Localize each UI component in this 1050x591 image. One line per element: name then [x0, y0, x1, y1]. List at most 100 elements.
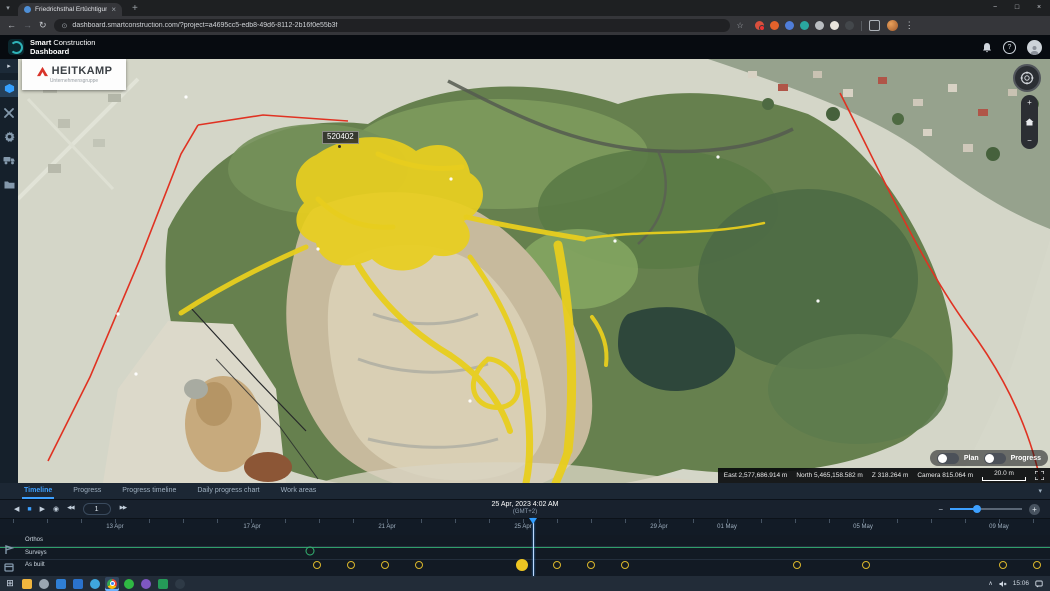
extension-icon-blue[interactable] — [785, 21, 794, 30]
asbuilt-marker[interactable] — [553, 561, 561, 569]
help-icon[interactable]: ? — [1003, 41, 1016, 54]
edge-icon[interactable] — [88, 577, 102, 591]
row-asbuilt[interactable]: As built — [0, 560, 1050, 576]
extension-icon-red[interactable] — [755, 21, 764, 30]
play-button[interactable]: ▶ — [40, 506, 45, 513]
asbuilt-marker[interactable] — [381, 561, 389, 569]
stop-button[interactable]: ■ — [27, 506, 31, 513]
outlook-icon[interactable] — [71, 577, 85, 591]
rewind-button[interactable]: ◀◀ — [67, 506, 73, 512]
map-zoom-out-button[interactable]: − — [1027, 137, 1032, 145]
timeline-axis[interactable]: 13 Apr17 Apr21 Apr25 Apr29 Apr01 May05 M… — [0, 518, 1050, 535]
compass-control[interactable] — [1013, 64, 1041, 92]
minimize-button[interactable]: − — [984, 0, 1006, 14]
asbuilt-marker[interactable] — [516, 559, 528, 571]
timeline-tab[interactable]: Work areas — [279, 487, 319, 499]
timeline-zoom-slider[interactable] — [950, 508, 1022, 510]
reload-button[interactable]: ↻ — [39, 21, 47, 30]
asbuilt-marker[interactable] — [415, 561, 423, 569]
extension-icon-teal[interactable] — [800, 21, 809, 30]
asbuilt-marker[interactable] — [347, 561, 355, 569]
sidebar-item-files[interactable] — [0, 176, 18, 193]
bookmark-icon[interactable]: ☆ — [737, 21, 744, 30]
fast-forward-button[interactable]: ▶▶ — [120, 506, 126, 512]
smart-construction-logo-icon[interactable] — [8, 39, 24, 55]
asbuilt-marker[interactable] — [999, 561, 1007, 569]
asbuilt-layer-icon[interactable] — [4, 562, 14, 572]
progress-toggle[interactable] — [984, 453, 1006, 464]
notification-center-icon[interactable] — [1035, 580, 1043, 588]
user-avatar[interactable] — [1027, 40, 1042, 55]
surveys-layer-icon[interactable] — [4, 545, 14, 555]
map-3d-view[interactable] — [18, 59, 1050, 483]
back-button[interactable]: ← — [7, 21, 16, 30]
sidebar-expand-button[interactable]: ▸ — [0, 59, 18, 73]
start-button[interactable]: ⊞ — [3, 577, 17, 591]
new-tab-button[interactable]: + — [132, 3, 138, 14]
timeline-cursor[interactable] — [533, 518, 534, 576]
record-button[interactable]: ◉ — [53, 506, 59, 513]
tab-search-icon[interactable]: ▾ — [0, 0, 16, 16]
fullscreen-icon[interactable] — [1035, 471, 1044, 480]
side-panel-icon[interactable] — [869, 20, 880, 31]
north-coordinate: North 5,465,158.582 m — [796, 472, 863, 479]
asbuilt-marker[interactable] — [793, 561, 801, 569]
app-icon-gray[interactable] — [37, 577, 51, 591]
timeline-collapse-icon[interactable]: ▾ — [1038, 487, 1042, 495]
whatsapp-icon[interactable] — [122, 577, 136, 591]
timeline-zoom-in-button[interactable]: + — [1029, 504, 1040, 515]
sidebar-item-tools[interactable] — [0, 104, 18, 121]
asbuilt-marker[interactable] — [621, 561, 629, 569]
url-bar[interactable]: ⊙ dashboard.smartconstruction.com/?proje… — [54, 19, 730, 32]
extension-icon-dark[interactable] — [845, 21, 854, 30]
map-viewport[interactable]: HEITKAMP Unternehmensgruppe 520402 + − P… — [18, 59, 1050, 483]
asbuilt-marker[interactable] — [1033, 561, 1041, 569]
asbuilt-marker[interactable] — [862, 561, 870, 569]
compass-icon — [1020, 71, 1034, 85]
slider-thumb[interactable] — [973, 505, 981, 513]
row-orthos[interactable]: Orthos — [0, 535, 1050, 547]
timeline-tab[interactable]: Progress timeline — [120, 487, 178, 499]
browser-tab[interactable]: Friedrichsthal Ertüchtigung Be × — [18, 3, 122, 16]
sidebar-item-machines[interactable] — [0, 152, 18, 169]
close-button[interactable]: × — [1028, 0, 1050, 14]
timer-icon[interactable] — [173, 577, 187, 591]
notifications-bell-icon[interactable] — [982, 42, 992, 53]
left-sidebar: ▸ — [0, 59, 18, 483]
sidebar-item-settings[interactable] — [0, 128, 18, 145]
file-explorer-icon[interactable] — [20, 577, 34, 591]
plan-toggle[interactable] — [937, 453, 959, 464]
timeline-tab[interactable]: Progress — [71, 487, 103, 499]
viber-icon[interactable] — [139, 577, 153, 591]
asbuilt-marker[interactable] — [313, 561, 321, 569]
code-app-icon[interactable] — [54, 577, 68, 591]
timeline-tab[interactable]: Timeline — [22, 487, 54, 499]
tray-expand-icon[interactable]: ∧ — [988, 580, 992, 587]
volume-muted-icon[interactable] — [999, 580, 1007, 588]
home-view-icon[interactable] — [1025, 118, 1034, 126]
extension-icon-orange[interactable] — [770, 21, 779, 30]
browser-menu-icon[interactable]: ⋮ — [905, 20, 914, 31]
maximize-button[interactable]: □ — [1006, 0, 1028, 14]
timeline-tab[interactable]: Daily progress chart — [195, 487, 261, 499]
extension-icon-gray[interactable] — [815, 21, 824, 30]
map-zoom-in-button[interactable]: + — [1027, 99, 1032, 107]
row-surveys[interactable]: Surveys — [0, 547, 1050, 560]
chrome-icon[interactable] — [105, 577, 119, 591]
sidebar-item-3d-view[interactable] — [0, 80, 18, 97]
frame-input[interactable] — [83, 503, 111, 515]
survey-marker[interactable] — [305, 547, 314, 556]
machine-id-label[interactable]: 520402 — [322, 131, 359, 144]
row-surveys-label: Surveys — [25, 550, 47, 556]
tab-close-icon[interactable]: × — [111, 5, 116, 14]
play-reverse-button[interactable]: ◀ — [14, 506, 19, 513]
extension-icon-white[interactable] — [830, 21, 839, 30]
site-info-icon[interactable]: ⊙ — [62, 22, 68, 30]
asbuilt-marker[interactable] — [587, 561, 595, 569]
browser-profile-avatar[interactable] — [887, 20, 898, 31]
timeline-zoom-out-button[interactable]: − — [938, 505, 943, 514]
forward-button[interactable]: → — [23, 21, 32, 30]
clock[interactable]: 15:06 — [1013, 580, 1029, 587]
excel-icon[interactable] — [156, 577, 170, 591]
current-datetime: 25 Apr, 2023 4:02 AM (GMT+2) — [492, 501, 559, 516]
